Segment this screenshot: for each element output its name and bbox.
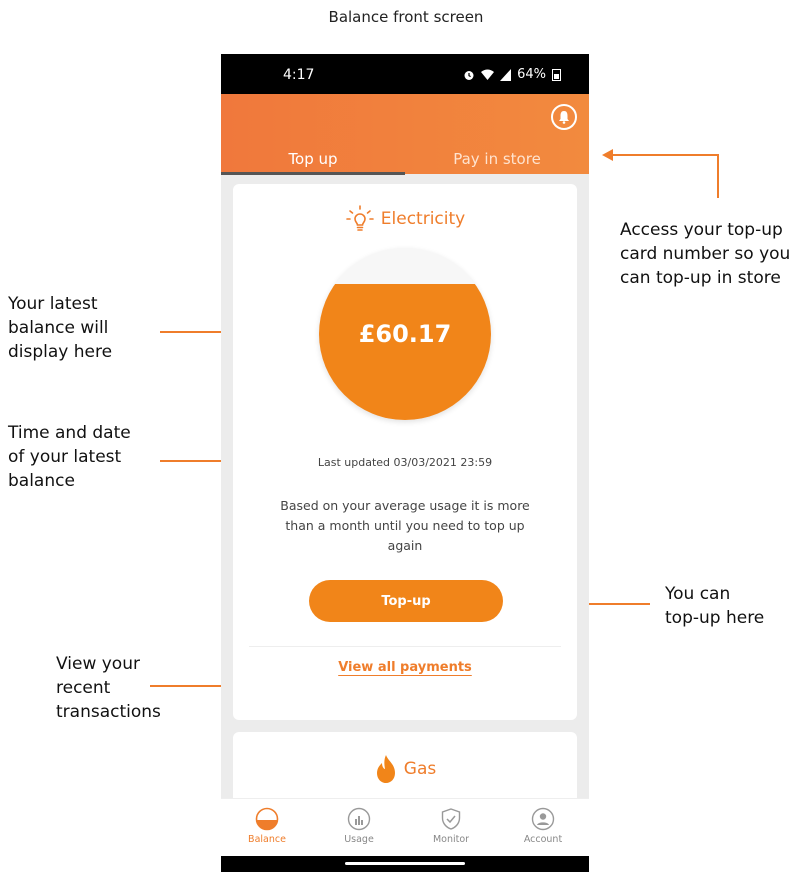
notifications-bell-icon[interactable] (551, 104, 577, 130)
usage-icon (347, 807, 371, 831)
battery-icon (552, 68, 561, 81)
nav-usage-label: Usage (344, 834, 374, 845)
balance-icon (255, 807, 279, 831)
phone-screen: 4:17 64% Top up Pay in store Electricity… (221, 54, 589, 872)
status-time: 4:17 (283, 67, 315, 83)
signal-icon (500, 68, 512, 81)
balance-value: £60.17 (358, 320, 452, 348)
balance-annotation: Your latest balance will display here (8, 294, 113, 362)
home-indicator (345, 862, 465, 865)
gas-header: Gas (233, 754, 577, 784)
nav-balance-label: Balance (248, 834, 286, 845)
nav-usage[interactable]: Usage (313, 799, 405, 856)
nav-balance[interactable]: Balance (221, 799, 313, 856)
account-icon (531, 807, 555, 831)
status-icons: 64% (463, 67, 561, 82)
view-all-payments-link[interactable]: View all payments (233, 660, 577, 675)
time-annotation: Time and date of your latest balance (8, 423, 131, 491)
alarm-icon (464, 70, 474, 80)
usage-message: Based on your average usage it is more t… (280, 498, 530, 553)
card-divider (249, 646, 561, 647)
store-arrow (612, 154, 719, 156)
tab-top-up[interactable]: Top up (221, 150, 405, 174)
battery-percent: 64% (517, 67, 546, 82)
page-title: Balance front screen (328, 8, 484, 26)
balance-gauge: £60.17 (319, 248, 491, 420)
transactions-annotation: View your recent transactions (56, 654, 161, 722)
top-up-button[interactable]: Top-up (309, 580, 503, 622)
system-home-bar (221, 856, 589, 872)
nav-monitor-label: Monitor (432, 834, 470, 845)
store-annotation: Access your top-up card number so you ca… (620, 220, 791, 288)
electricity-title: Electricity (380, 209, 466, 229)
flame-icon (376, 755, 395, 783)
electricity-card: Electricity £60.17 Last updated 03/03/20… (233, 184, 577, 720)
gas-title: Gas (403, 759, 437, 779)
lightbulb-icon (345, 205, 374, 231)
tab-pay-in-store[interactable]: Pay in store (405, 150, 589, 174)
bottom-nav: Balance Usage Monitor Account (221, 798, 589, 856)
app-header: Top up Pay in store (221, 94, 589, 174)
last-updated-text: Last updated 03/03/2021 23:59 (317, 456, 493, 469)
tab-indicator (221, 172, 405, 175)
status-bar: 4:17 64% (221, 54, 589, 94)
balance-gauge-fill (319, 284, 491, 420)
topup-annotation: You can top-up here (665, 584, 765, 628)
shield-check-icon (441, 808, 461, 830)
store-arrow-vertical (717, 154, 719, 198)
store-arrow-head (602, 149, 613, 161)
nav-account[interactable]: Account (497, 799, 589, 856)
nav-monitor[interactable]: Monitor (405, 799, 497, 856)
electricity-header: Electricity (233, 204, 577, 234)
nav-account-label: Account (523, 834, 563, 845)
wifi-icon (481, 69, 495, 80)
